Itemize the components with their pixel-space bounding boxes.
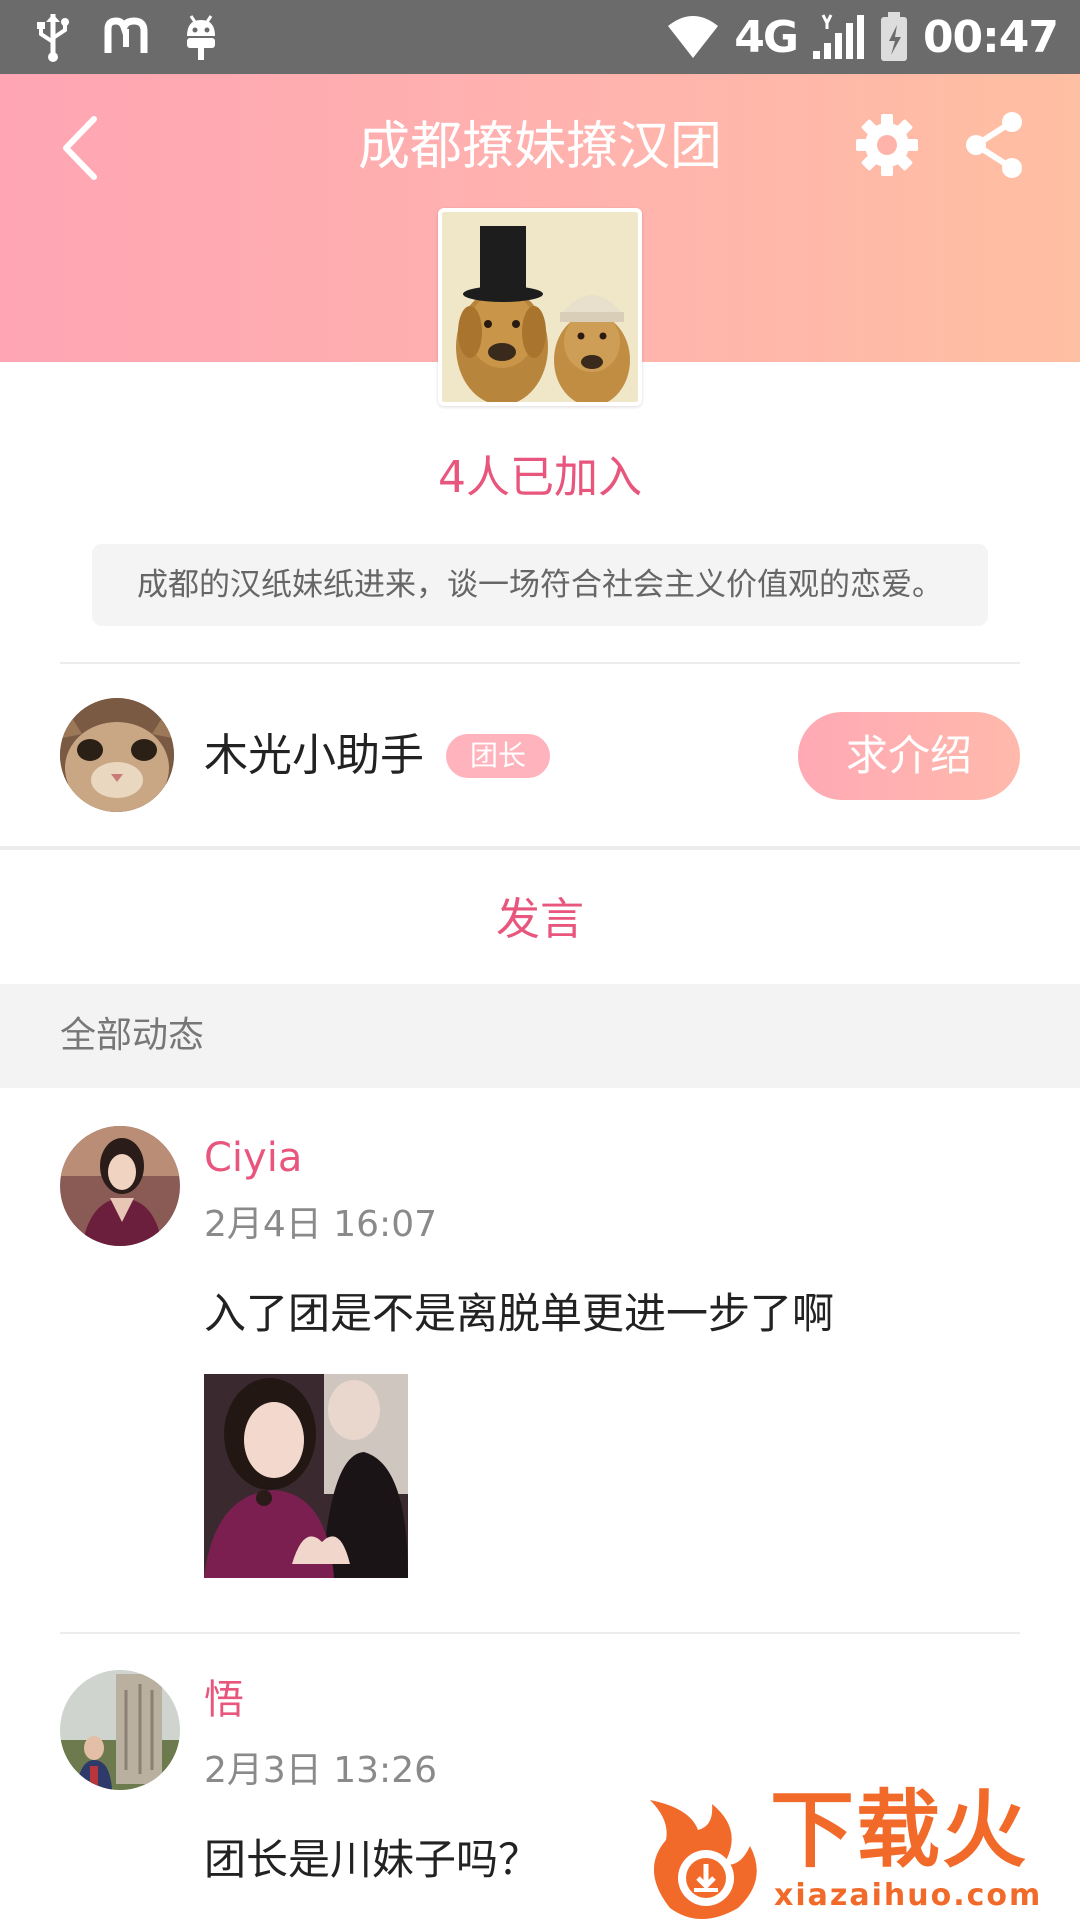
post-image[interactable]: [204, 1374, 408, 1578]
post-photo: [204, 1374, 408, 1578]
share-button[interactable]: [960, 110, 1030, 180]
app-m-icon: [104, 17, 148, 53]
post-author-avatar[interactable]: [60, 1126, 180, 1246]
post-text: 团长是川妹子吗？: [204, 1835, 541, 1884]
group-avatar[interactable]: [438, 208, 642, 406]
request-intro-button[interactable]: 求介绍: [798, 712, 1020, 800]
share-icon: [966, 112, 1022, 178]
post-text: 入了团是不是离脱单更进一步了啊: [204, 1289, 835, 1338]
clock: 00:47: [922, 11, 1059, 63]
divider: [60, 662, 1020, 664]
post-author-avatar[interactable]: [60, 1670, 180, 1790]
wifi-icon: [668, 16, 719, 58]
group-page: 4G 00:47 成都撩妹撩汉团 4人已加入 成都的汉纸妹纸进来，谈一场符合社会…: [0, 0, 1080, 1920]
signal-icon: [812, 14, 864, 59]
page-title: 成都撩妹撩汉团: [357, 117, 722, 177]
member-count: 4人已加入: [438, 452, 642, 503]
watermark-en: xiazaihuo.com: [774, 1878, 1043, 1913]
back-arrow-icon: [63, 116, 97, 180]
divider: [60, 1632, 1020, 1634]
post-timestamp: 2月3日 13:26: [204, 1750, 437, 1791]
watermark: 下载火 xiazaihuo.com: [640, 1780, 1080, 1920]
post-button[interactable]: 发言: [0, 880, 1080, 960]
feed-section-title: 全部动态: [60, 1015, 205, 1056]
usb-icon: [37, 14, 69, 62]
flame-logo-icon: [650, 1800, 757, 1919]
settings-button[interactable]: [852, 110, 922, 180]
cat-avatar-image: [60, 698, 174, 812]
post-author-name[interactable]: 悟: [204, 1672, 244, 1728]
status-bar: 4G 00:47: [0, 0, 1080, 74]
leader-avatar[interactable]: [60, 698, 174, 812]
watermark-cn: 下载火: [770, 1781, 1029, 1879]
post-author-name[interactable]: Ciyia: [204, 1130, 302, 1186]
man-avatar-image: [60, 1670, 180, 1790]
feed-section-header: 全部动态: [0, 984, 1080, 1088]
group-description: 成都的汉纸妹纸进来，谈一场符合社会主义价值观的恋爱。: [92, 544, 988, 626]
back-button[interactable]: [50, 108, 110, 188]
status-left-icons: [36, 12, 220, 62]
android-icon: [187, 15, 215, 60]
gear-icon: [856, 114, 918, 176]
group-avatar-image: [442, 212, 638, 402]
battery-icon: [880, 12, 907, 61]
status-right-icons: 4G 00:47: [666, 8, 1059, 66]
leader-name[interactable]: 木光小助手: [204, 728, 424, 784]
woman-avatar-image: [60, 1126, 180, 1246]
leader-badge: 团长: [446, 734, 550, 778]
post-timestamp: 2月4日 16:07: [204, 1204, 437, 1245]
section-divider: [0, 846, 1080, 850]
network-type: 4G: [734, 11, 799, 63]
